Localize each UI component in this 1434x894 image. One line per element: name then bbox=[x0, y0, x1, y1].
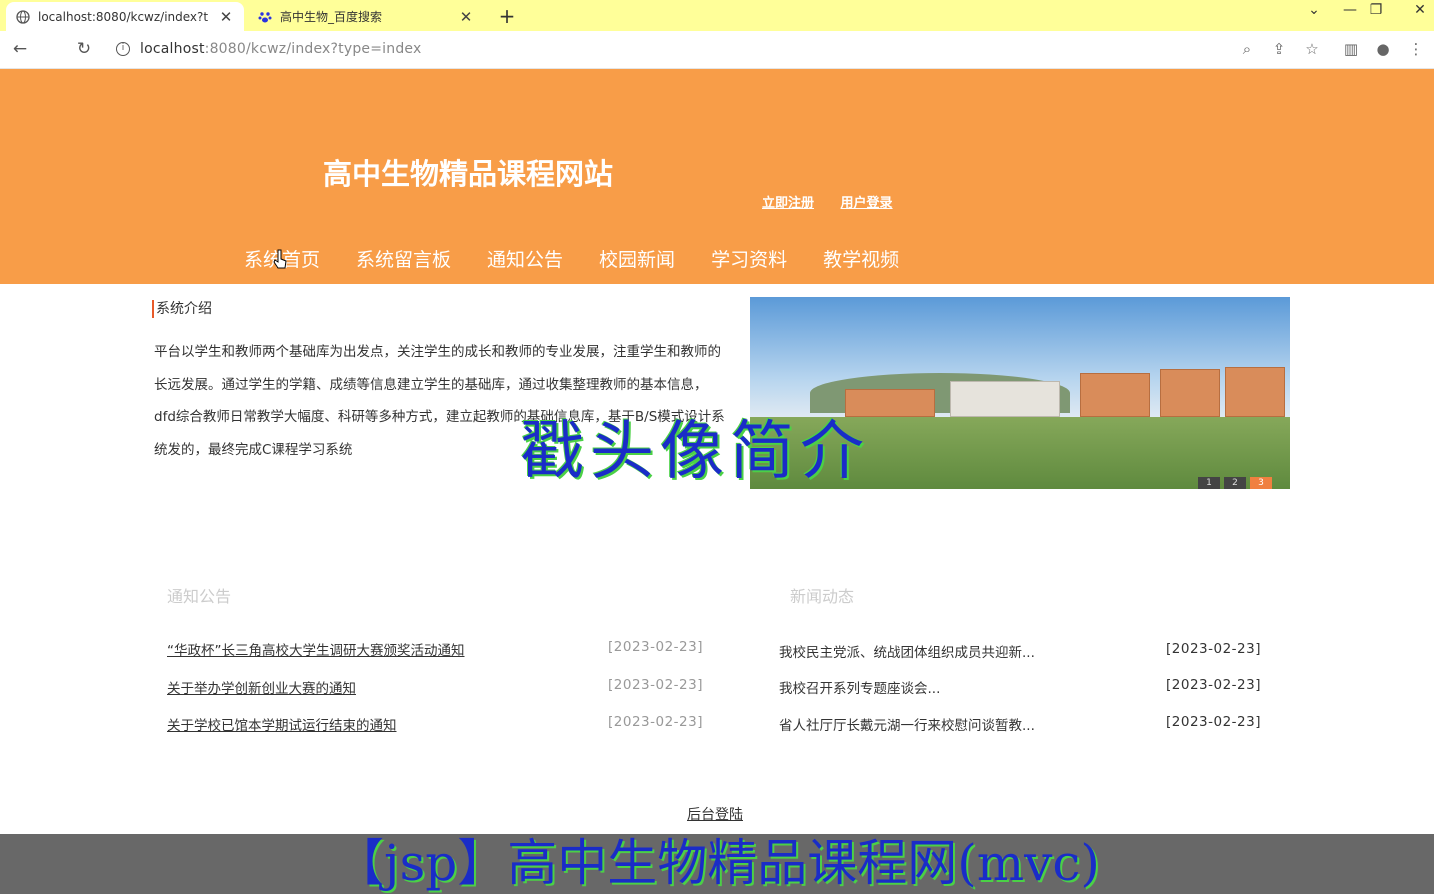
reload-icon[interactable]: ↻ bbox=[73, 39, 95, 59]
baidu-paw-icon bbox=[258, 11, 272, 22]
slider-page-2[interactable]: 2 bbox=[1224, 477, 1246, 489]
site-header: 高中生物精品课程网站 立即注册 用户登录 系统首页 系统留言板 通知公告 校园新… bbox=[0, 69, 1434, 284]
nav-notices[interactable]: 通知公告 bbox=[487, 245, 563, 272]
login-link[interactable]: 用户登录 bbox=[841, 196, 893, 211]
notice-link[interactable]: 关于学校已馆本学期试运行结束的通知 bbox=[167, 714, 397, 734]
url-path: :8080/kcwz/index?type=index bbox=[204, 41, 422, 57]
notice-date: [2023-02-23] bbox=[608, 639, 703, 655]
news-date: [2023-02-23] bbox=[1166, 714, 1261, 730]
new-tab-button[interactable]: + bbox=[496, 4, 518, 28]
slide-building bbox=[1225, 367, 1285, 417]
banner-text: 【jsp】高中生物精品课程网(mvc) bbox=[334, 834, 1100, 892]
video-caption-banner: 【jsp】高中生物精品课程网(mvc) bbox=[0, 834, 1434, 894]
url-host: localhost bbox=[140, 41, 205, 57]
notice-date: [2023-02-23] bbox=[608, 677, 703, 693]
url-field[interactable]: localhost:8080/kcwz/index?type=index bbox=[140, 41, 421, 57]
register-link[interactable]: 立即注册 bbox=[762, 196, 814, 211]
menu-kebab-icon[interactable]: ⋮ bbox=[1406, 40, 1426, 58]
nav-study-materials[interactable]: 学习资料 bbox=[711, 245, 787, 272]
sidebar-icon[interactable]: ▥ bbox=[1341, 40, 1361, 58]
list-item: 我校民主党派、统战团体组织成员共迎新... [2023-02-23] bbox=[779, 641, 1261, 661]
admin-login-link[interactable]: 后台登陆 bbox=[687, 804, 743, 824]
overlay-caption: 戳头像简介 bbox=[520, 415, 870, 489]
list-item: 我校召开系列专题座谈会... [2023-02-23] bbox=[779, 677, 1261, 697]
intro-heading: 系统介绍 bbox=[152, 300, 212, 318]
tab-title: localhost:8080/kcwz/index?t bbox=[38, 9, 209, 24]
zoom-icon[interactable]: ⌕ bbox=[1237, 40, 1257, 58]
tab-title: 高中生物_百度搜索 bbox=[280, 10, 383, 24]
site-info-icon[interactable]: i bbox=[116, 42, 130, 56]
slide-building bbox=[950, 381, 1060, 417]
browser-tab-active[interactable]: localhost:8080/kcwz/index?t ✕ bbox=[6, 2, 244, 31]
globe-icon bbox=[16, 9, 30, 24]
browser-tab-bar: localhost:8080/kcwz/index?t ✕ 高中生物_百度搜索 … bbox=[0, 0, 1434, 31]
slider-page-1[interactable]: 1 bbox=[1198, 477, 1220, 489]
restore-icon[interactable]: ❐ bbox=[1366, 2, 1386, 18]
back-arrow-icon[interactable]: ← bbox=[9, 39, 31, 59]
notice-link[interactable]: “华政杯”长三角高校大学生调研大赛颁奖活动通知 bbox=[167, 639, 465, 659]
slide-building bbox=[1160, 369, 1220, 417]
user-links: 立即注册 用户登录 bbox=[762, 192, 915, 211]
notices-title: 通知公告 bbox=[167, 587, 232, 606]
list-item: 关于学校已馆本学期试运行结束的通知 [2023-02-23] bbox=[167, 714, 703, 734]
list-item: 省人社厅厅长戴元湖一行来校慰问谈暂教... [2023-02-23] bbox=[779, 714, 1261, 734]
news-link[interactable]: 我校召开系列专题座谈会... bbox=[779, 677, 940, 697]
notice-date: [2023-02-23] bbox=[608, 714, 703, 730]
nav-teaching-videos[interactable]: 教学视频 bbox=[823, 245, 899, 272]
main-nav: 系统首页 系统留言板 通知公告 校园新闻 学习资料 教学视频 bbox=[244, 245, 899, 272]
browser-tab-baidu[interactable]: 高中生物_百度搜索 ✕ bbox=[248, 2, 484, 31]
list-item: 关于举办学创新创业大赛的通知 [2023-02-23] bbox=[167, 677, 703, 697]
slider-page-3[interactable]: 3 bbox=[1250, 477, 1272, 489]
news-title: 新闻动态 bbox=[790, 587, 855, 606]
site-title: 高中生物精品课程网站 bbox=[323, 157, 614, 191]
news-link[interactable]: 省人社厅厅长戴元湖一行来校慰问谈暂教... bbox=[779, 714, 1035, 734]
news-date: [2023-02-23] bbox=[1166, 677, 1261, 693]
close-icon[interactable]: ✕ bbox=[458, 8, 474, 26]
news-date: [2023-02-23] bbox=[1166, 641, 1261, 657]
slide-building bbox=[1080, 373, 1150, 417]
tab-list-chevron-icon[interactable]: ⌄ bbox=[1304, 2, 1324, 18]
profile-icon[interactable]: ● bbox=[1373, 40, 1393, 58]
window-close-icon[interactable]: ✕ bbox=[1410, 2, 1430, 18]
address-bar: ← ↻ i localhost:8080/kcwz/index?type=ind… bbox=[0, 31, 1434, 69]
news-link[interactable]: 我校民主党派、统战团体组织成员共迎新... bbox=[779, 641, 1035, 661]
nav-message-board[interactable]: 系统留言板 bbox=[356, 245, 451, 272]
notice-link[interactable]: 关于举办学创新创业大赛的通知 bbox=[167, 677, 356, 697]
bookmark-star-icon[interactable]: ☆ bbox=[1302, 40, 1322, 58]
close-icon[interactable]: ✕ bbox=[218, 8, 234, 26]
slider-pager: 1 2 3 bbox=[1198, 477, 1272, 489]
mouse-cursor-icon bbox=[273, 249, 287, 269]
list-item: “华政杯”长三角高校大学生调研大赛颁奖活动通知 [2023-02-23] bbox=[167, 639, 703, 659]
share-icon[interactable]: ⇪ bbox=[1269, 40, 1289, 58]
nav-campus-news[interactable]: 校园新闻 bbox=[599, 245, 675, 272]
minimize-icon[interactable]: — bbox=[1340, 2, 1360, 18]
